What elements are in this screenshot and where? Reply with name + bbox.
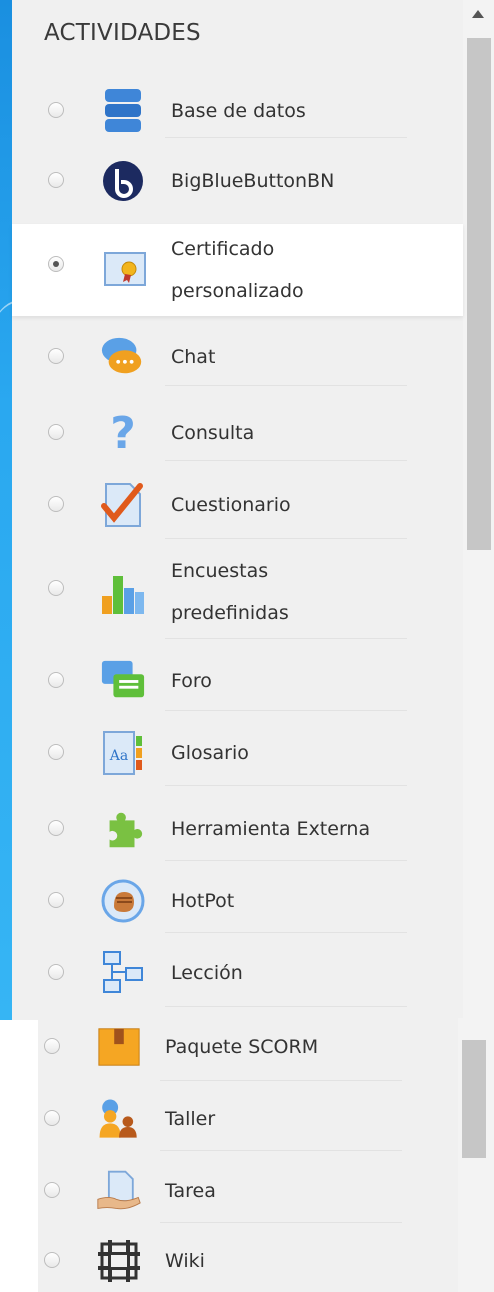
- list-item-paquete-scorm[interactable]: Paquete SCORM: [44, 1024, 424, 1070]
- item-label: Foro: [171, 670, 212, 692]
- radio-button[interactable]: [44, 1110, 60, 1126]
- item-label: BigBlueButtonBN: [171, 170, 335, 192]
- radio-button[interactable]: [48, 348, 64, 364]
- quiz-icon: [100, 482, 146, 528]
- radio-button[interactable]: [48, 172, 64, 188]
- bigbluebutton-icon: [100, 158, 146, 204]
- hotpot-icon: [100, 878, 146, 924]
- question-icon: ?: [100, 410, 146, 456]
- item-label-line1: Encuestas: [171, 560, 269, 582]
- item-label-line1: Certificado: [171, 238, 275, 260]
- list-item-chat[interactable]: Chat: [48, 334, 428, 380]
- list-item-consulta[interactable]: ? Consulta: [48, 410, 428, 456]
- item-label: Tarea: [165, 1180, 216, 1202]
- database-icon: [100, 88, 146, 134]
- bar-chart-icon: [100, 570, 146, 616]
- item-label: Glosario: [171, 742, 249, 764]
- item-label: Cuestionario: [171, 494, 291, 516]
- item-label: Paquete SCORM: [165, 1036, 319, 1058]
- scorm-package-icon: [96, 1024, 142, 1070]
- list-item-wiki[interactable]: Wiki: [44, 1238, 424, 1284]
- list-item-leccion[interactable]: Lección: [48, 950, 428, 996]
- list-item-foro[interactable]: Foro: [48, 658, 428, 704]
- item-label: Lección: [171, 962, 243, 984]
- list-item-glosario[interactable]: Aa Glosario: [48, 730, 428, 776]
- radio-button[interactable]: [44, 1182, 60, 1198]
- scrollbar-thumb-lower[interactable]: [462, 1040, 486, 1158]
- item-label: Chat: [171, 346, 216, 368]
- item-label: Base de datos: [171, 100, 306, 122]
- wiki-icon: [96, 1238, 142, 1284]
- list-item-hotpot[interactable]: HotPot: [48, 878, 428, 924]
- chat-icon: [100, 334, 146, 380]
- radio-button[interactable]: [48, 580, 64, 596]
- radio-button[interactable]: [48, 102, 64, 118]
- svg-text:Aa: Aa: [109, 748, 128, 764]
- radio-button[interactable]: [48, 892, 64, 908]
- radio-button[interactable]: [48, 496, 64, 512]
- scrollbar-thumb[interactable]: [467, 38, 491, 550]
- list-item-certificado-personalizado[interactable]: Certificado personalizado: [48, 232, 428, 312]
- item-label: Herramienta Externa: [171, 818, 371, 840]
- workshop-icon: [96, 1096, 142, 1142]
- item-label: Wiki: [165, 1250, 205, 1272]
- list-item-encuestas-predefinidas[interactable]: Encuestas predefinidas: [48, 552, 428, 632]
- radio-button[interactable]: [48, 744, 64, 760]
- radio-button[interactable]: [48, 424, 64, 440]
- radio-button[interactable]: [44, 1038, 60, 1054]
- list-item-herramienta-externa[interactable]: Herramienta Externa: [48, 806, 428, 852]
- scroll-up-arrow-icon[interactable]: [472, 10, 484, 18]
- svg-text:?: ?: [110, 410, 136, 456]
- item-label-line2: predefinidas: [171, 602, 289, 624]
- list-item-base-de-datos[interactable]: Base de datos: [48, 88, 428, 134]
- section-title: ACTIVIDADES: [44, 20, 201, 46]
- certificate-icon: [102, 246, 148, 292]
- list-item-cuestionario[interactable]: Cuestionario: [48, 482, 428, 528]
- glossary-icon: Aa: [100, 730, 146, 776]
- item-label: Taller: [165, 1108, 216, 1130]
- list-item-taller[interactable]: Taller: [44, 1096, 424, 1142]
- scrollbar[interactable]: [463, 0, 494, 1020]
- list-item-bigbluebuttonbn[interactable]: BigBlueButtonBN: [48, 158, 428, 204]
- list-item-tarea[interactable]: Tarea: [44, 1168, 424, 1214]
- item-label-line2: personalizado: [171, 280, 304, 302]
- forum-icon: [100, 658, 146, 704]
- radio-button[interactable]: [44, 1252, 60, 1268]
- radio-button[interactable]: [48, 820, 64, 836]
- lesson-icon: [100, 950, 146, 996]
- radio-button[interactable]: [48, 964, 64, 980]
- puzzle-icon: [100, 806, 146, 852]
- radio-button-selected[interactable]: [48, 256, 64, 272]
- assignment-icon: [96, 1168, 142, 1214]
- item-label: HotPot: [171, 890, 235, 912]
- item-label: Consulta: [171, 422, 255, 444]
- scrollbar-lower[interactable]: [458, 1018, 494, 1292]
- radio-button[interactable]: [48, 672, 64, 688]
